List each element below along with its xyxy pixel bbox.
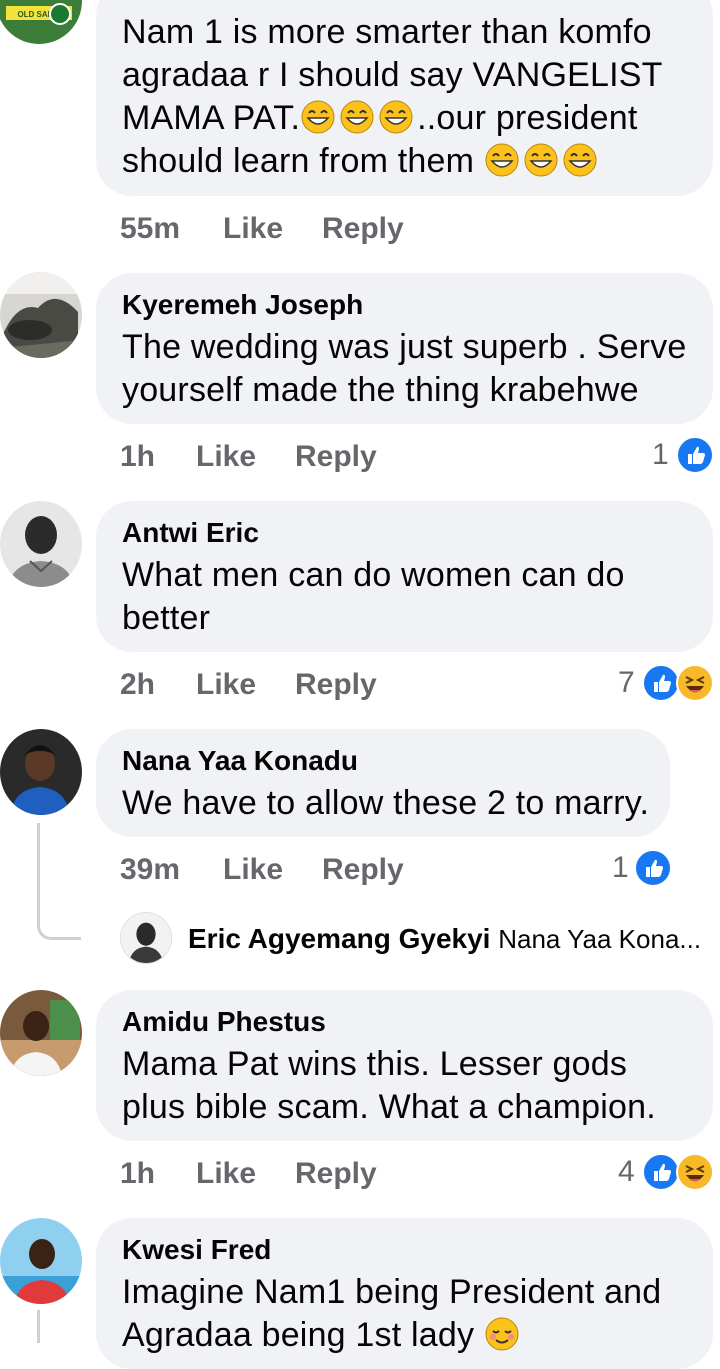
reply-button[interactable]: Reply — [322, 853, 404, 887]
reply-snippet: Nana Yaa Kona... — [498, 924, 702, 954]
comment-time[interactable]: 1h — [120, 440, 155, 474]
comment-text-fragment: Agradaa being 1st lady — [122, 1316, 475, 1354]
avatar[interactable] — [0, 272, 82, 358]
comment-bubble[interactable]: Nam 1 is more smarter than komfo agradaa… — [96, 0, 713, 196]
comment-text-fragment: MAMA PAT. — [122, 99, 301, 137]
grinning-emoji-icon — [523, 142, 559, 178]
reaction-count[interactable]: 1 — [652, 438, 669, 472]
comment-text-line: We have to allow these 2 to marry. — [122, 784, 650, 822]
reaction-count[interactable]: 1 — [612, 851, 629, 885]
commenter-name[interactable]: Antwi Eric — [122, 517, 259, 549]
comment-text-line: plus bible scam. What a champion. — [122, 1088, 656, 1126]
comment-text-line: What men can do women can do — [122, 556, 625, 594]
reply-button[interactable]: Reply — [322, 212, 404, 246]
comment-text-line: Nam 1 is more smarter than komfo — [122, 13, 652, 51]
comment-text-line: yourself made the thing krabehwe — [122, 371, 639, 409]
grinning-emoji-icon — [562, 142, 598, 178]
comment-bubble[interactable]: Nana Yaa Konadu We have to allow these 2… — [96, 729, 670, 837]
avatar[interactable] — [0, 1218, 82, 1304]
commenter-name[interactable]: Kwesi Fred — [122, 1234, 271, 1266]
like-button[interactable]: Like — [223, 212, 283, 246]
like-button[interactable]: Like — [223, 853, 283, 887]
grinning-emoji-icon — [378, 99, 414, 135]
reply-button[interactable]: Reply — [295, 668, 377, 702]
comment-text-line: The wedding was just superb . Serve — [122, 328, 687, 366]
comment-text-line: better — [122, 599, 211, 637]
avatar[interactable] — [0, 990, 82, 1076]
like-reaction-icon — [642, 1153, 680, 1191]
comment-text-line: Agradaa being 1st lady — [122, 1314, 523, 1357]
reply-preview[interactable]: Eric Agyemang Gyekyi Nana Yaa Kona... — [188, 922, 701, 956]
comment-text-line: Mama Pat wins this. Lesser gods — [122, 1045, 628, 1083]
commenter-name[interactable]: Nana Yaa Konadu — [122, 745, 358, 777]
commenter-name[interactable]: Amidu Phestus — [122, 1006, 326, 1038]
reply-button[interactable]: Reply — [295, 1157, 377, 1191]
reply-button[interactable]: Reply — [295, 440, 377, 474]
grinning-emoji-icon — [484, 142, 520, 178]
comment-text-fragment: should learn from them — [122, 142, 475, 180]
grinning-emoji-icon — [300, 99, 336, 135]
reply-author-name[interactable]: Eric Agyemang Gyekyi — [188, 923, 490, 954]
avatar[interactable] — [0, 729, 82, 815]
reply-thread-line — [37, 823, 81, 940]
comment-time[interactable]: 1h — [120, 1157, 155, 1191]
comment-text-line: Imagine Nam1 being President and — [122, 1273, 662, 1311]
comment-text-line: agradaa r I should say VANGELIST — [122, 56, 663, 94]
reply-thread-line — [37, 1310, 40, 1343]
comment-bubble[interactable]: Kwesi Fred Imagine Nam1 being President … — [96, 1218, 713, 1369]
like-button[interactable]: Like — [196, 668, 256, 702]
like-reaction-icon — [642, 664, 680, 702]
reaction-count[interactable]: 4 — [618, 1155, 635, 1189]
comment-text-line: should learn from them — [122, 140, 601, 183]
haha-reaction-icon — [676, 664, 714, 702]
reaction-count[interactable]: 7 — [618, 666, 635, 700]
avatar[interactable]: OLD SAINT — [0, 0, 82, 44]
comment-bubble[interactable]: Kyeremeh Joseph The wedding was just sup… — [96, 273, 713, 424]
grinning-emoji-icon — [339, 99, 375, 135]
haha-reaction-icon — [676, 1153, 714, 1191]
comment-text-fragment: ..our president — [417, 99, 638, 137]
like-button[interactable]: Like — [196, 1157, 256, 1191]
comment-time[interactable]: 55m — [120, 212, 180, 246]
relieved-emoji-icon — [484, 1316, 520, 1352]
like-reaction-icon — [634, 849, 672, 887]
comment-bubble[interactable]: Amidu Phestus Mama Pat wins this. Lesser… — [96, 990, 713, 1141]
reply-avatar[interactable] — [120, 912, 172, 964]
like-reaction-icon — [676, 436, 714, 474]
avatar[interactable] — [0, 501, 82, 587]
comment-text-line: MAMA PAT. ..our president — [122, 97, 638, 140]
comment-time[interactable]: 2h — [120, 668, 155, 702]
comment-bubble[interactable]: Antwi Eric What men can do women can do … — [96, 501, 713, 652]
comment-time[interactable]: 39m — [120, 853, 180, 887]
like-button[interactable]: Like — [196, 440, 256, 474]
commenter-name[interactable]: Kyeremeh Joseph — [122, 289, 363, 321]
